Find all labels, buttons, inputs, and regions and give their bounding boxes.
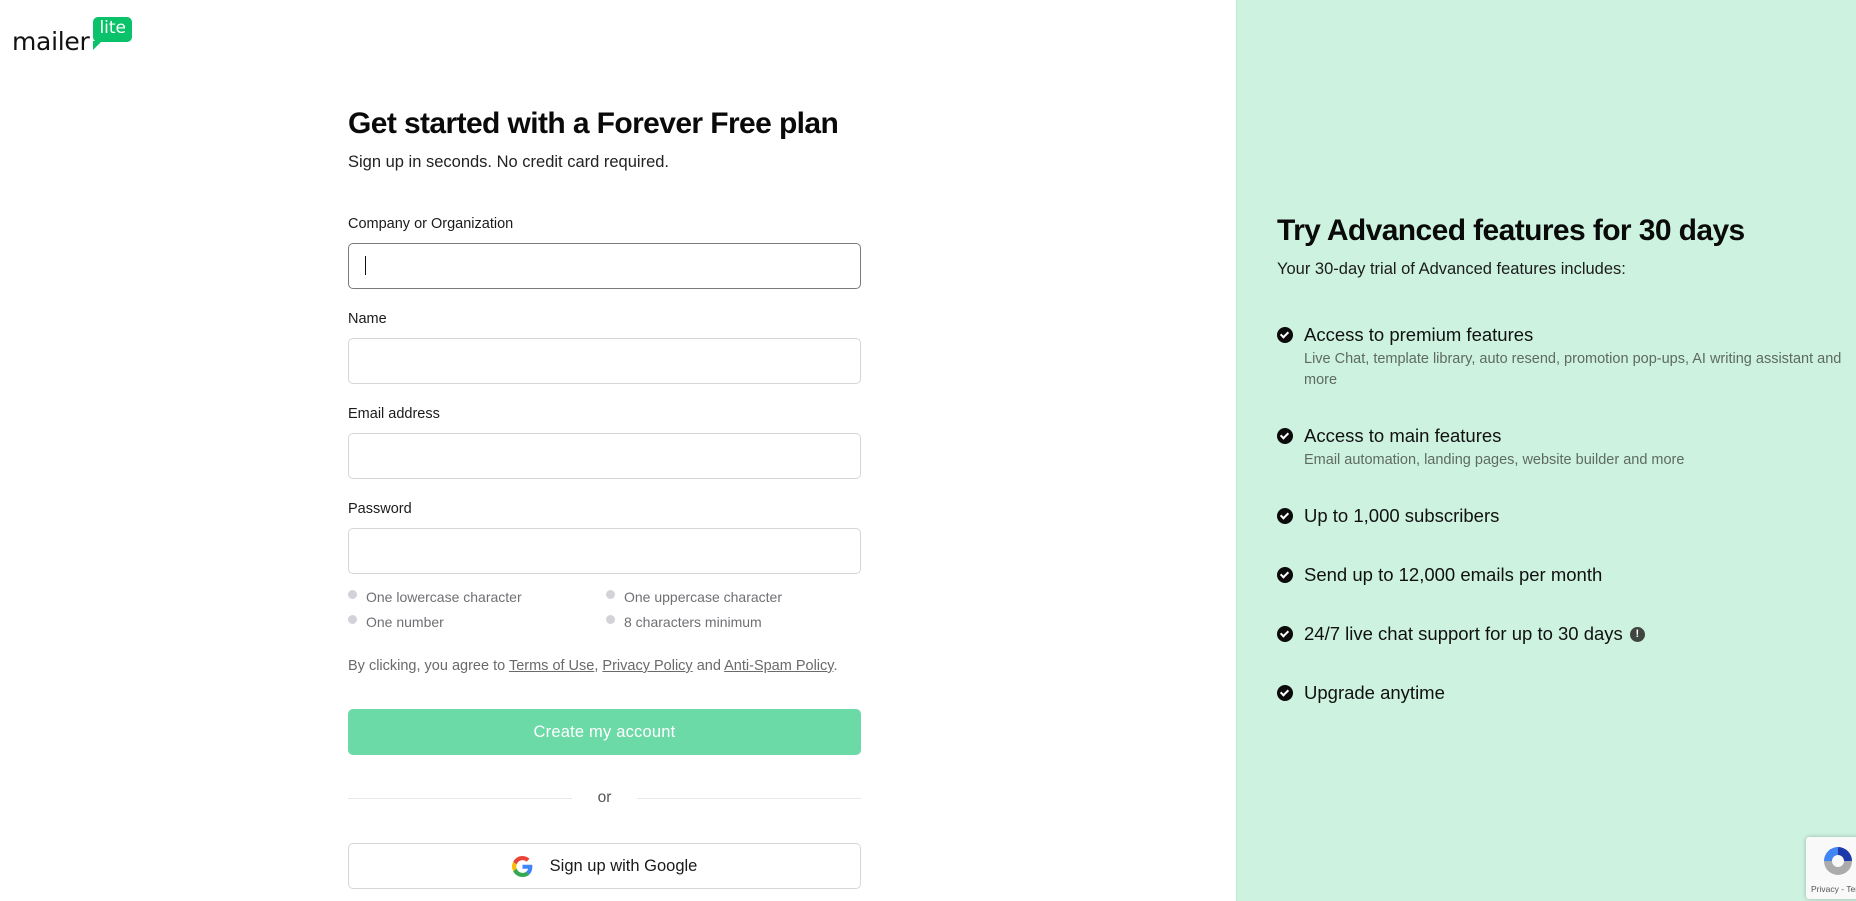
check-circle-icon xyxy=(1277,508,1293,524)
google-icon xyxy=(511,855,532,877)
google-signup-button[interactable]: Sign up with Google xyxy=(348,843,861,889)
rule-status-dot-icon xyxy=(606,590,615,599)
mailerlite-logo[interactable]: mailer lite xyxy=(12,17,133,56)
rule-uppercase: One uppercase character xyxy=(606,588,861,605)
divider-text: or xyxy=(597,789,612,806)
page-subtitle: Sign up in seconds. No credit card requi… xyxy=(348,153,670,171)
feature-item: Up to 1,000 subscribers xyxy=(1277,505,1847,527)
feature-item: Upgrade anytime xyxy=(1277,682,1847,704)
trial-subtitle: Your 30-day trial of Advanced features i… xyxy=(1277,260,1626,278)
feature-title: Up to 1,000 subscribers xyxy=(1304,505,1500,526)
rule-status-dot-icon xyxy=(348,590,357,599)
feature-item: 24/7 live chat support for up to 30 days… xyxy=(1277,623,1847,645)
feature-title: Access to premium features xyxy=(1304,324,1534,345)
terms-of-use-link[interactable]: Terms of Use xyxy=(509,658,594,674)
create-account-button[interactable]: Create my account xyxy=(348,709,861,755)
rule-status-dot-icon xyxy=(348,615,357,624)
consent-separator: and xyxy=(692,658,725,674)
company-label: Company or Organization xyxy=(348,216,514,232)
rule-number: One number xyxy=(348,613,606,630)
or-divider: or xyxy=(348,788,862,808)
google-button-label: Sign up with Google xyxy=(549,856,698,875)
check-circle-icon xyxy=(1277,567,1293,583)
recaptcha-icon xyxy=(1824,847,1852,875)
feature-title: Send up to 12,000 emails per month xyxy=(1304,564,1603,585)
consent-text: By clicking, you agree to Terms of Use, … xyxy=(348,658,837,674)
feature-title: Upgrade anytime xyxy=(1304,682,1445,703)
feature-title: Access to main features xyxy=(1304,425,1502,446)
recaptcha-badge[interactable]: Privacy - Terms xyxy=(1806,837,1856,899)
consent-suffix: . xyxy=(833,658,838,674)
text-caret xyxy=(365,256,366,275)
company-field-wrapper xyxy=(348,243,861,289)
recaptcha-links[interactable]: Privacy - Terms xyxy=(1811,884,1856,894)
rule-lowercase: One lowercase character xyxy=(348,588,606,605)
rule-label: One lowercase character xyxy=(366,588,522,605)
rule-status-dot-icon xyxy=(606,615,615,624)
feature-description: Email automation, landing pages, website… xyxy=(1304,452,1685,468)
privacy-policy-link[interactable]: Privacy Policy xyxy=(602,658,692,674)
password-input[interactable] xyxy=(348,528,861,574)
feature-item: Access to main features Email automation… xyxy=(1277,425,1847,471)
trial-title: Try Advanced features for 30 days xyxy=(1277,214,1745,247)
page-title: Get started with a Forever Free plan xyxy=(348,107,839,140)
email-input[interactable] xyxy=(348,433,861,479)
divider-line xyxy=(348,797,572,799)
check-circle-icon xyxy=(1277,626,1293,642)
rule-label: One uppercase character xyxy=(624,588,782,605)
password-label: Password xyxy=(348,501,412,517)
feature-description: Live Chat, template library, auto resend… xyxy=(1304,351,1842,388)
divider-line xyxy=(637,797,862,799)
feature-title-row: 24/7 live chat support for up to 30 days… xyxy=(1304,623,1645,645)
rule-label: One number xyxy=(366,613,444,630)
anti-spam-policy-link[interactable]: Anti-Spam Policy xyxy=(724,658,833,674)
logo-badge: lite xyxy=(93,17,133,50)
check-circle-icon xyxy=(1277,428,1293,444)
feature-item: Send up to 12,000 emails per month xyxy=(1277,564,1847,586)
logo-wordmark: mailer xyxy=(12,27,90,56)
email-label: Email address xyxy=(348,406,440,422)
name-label: Name xyxy=(348,311,387,327)
name-input[interactable] xyxy=(348,338,861,384)
company-input[interactable] xyxy=(348,243,861,289)
rule-min-length: 8 characters minimum xyxy=(606,613,861,630)
rule-label: 8 characters minimum xyxy=(624,613,762,630)
info-icon[interactable]: ! xyxy=(1629,626,1645,642)
password-requirements: One lowercase character One uppercase ch… xyxy=(348,588,861,630)
check-circle-icon xyxy=(1277,685,1293,701)
feature-item: Access to premium features Live Chat, te… xyxy=(1277,324,1847,391)
consent-prefix: By clicking, you agree to xyxy=(348,658,509,674)
trial-panel: Try Advanced features for 30 days Your 3… xyxy=(1236,0,1856,901)
feature-title: 24/7 live chat support for up to 30 days xyxy=(1304,623,1623,644)
check-circle-icon xyxy=(1277,327,1293,343)
